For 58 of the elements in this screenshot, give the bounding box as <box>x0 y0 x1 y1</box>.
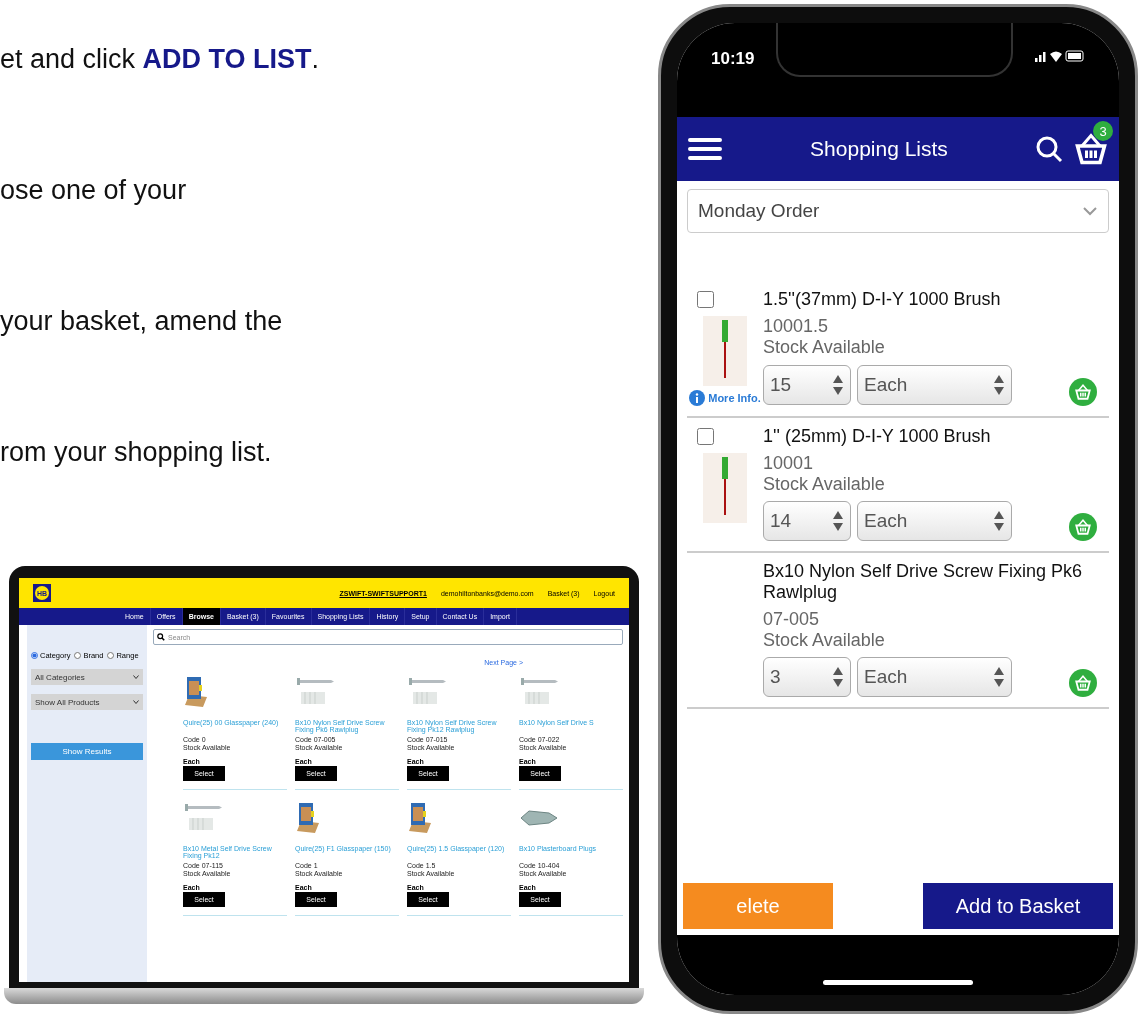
add-to-basket-button[interactable] <box>1069 513 1097 541</box>
item-checkbox[interactable] <box>697 291 714 308</box>
glasspaper-pack-icon <box>295 801 321 835</box>
brush-photo-placeholder <box>703 316 747 386</box>
add-to-basket-button[interactable]: Add to Basket <box>923 883 1113 929</box>
radio-button[interactable] <box>74 652 82 659</box>
item-name: 1.5''(37mm) D-I-Y 1000 Brush <box>763 289 1002 310</box>
stepper-arrows-icon <box>832 373 844 397</box>
stock-status: Stock Available <box>763 474 886 495</box>
item-code: 10001.5 <box>763 316 830 337</box>
add-to-basket-button[interactable] <box>1069 669 1097 697</box>
unit-select[interactable]: Each <box>857 501 1012 541</box>
radio-button[interactable] <box>31 652 38 659</box>
glasspaper-pack-icon <box>407 801 433 835</box>
dropdown[interactable]: All Categories <box>31 669 143 685</box>
quantity-stepper[interactable]: 14 <box>763 501 851 541</box>
dropdown[interactable]: Show All Products <box>31 694 143 710</box>
stepper-arrows-icon <box>832 509 844 533</box>
stepper-arrows-icon <box>993 509 1005 533</box>
more-info-link[interactable]: More Info. <box>689 390 761 406</box>
stepper-arrows-icon <box>993 373 1005 397</box>
signal-wifi-battery-icon <box>1035 49 1085 63</box>
chevron-down-icon <box>1082 206 1098 216</box>
item-name: Bx10 Nylon Self Drive Screw Fixing Pk6 Rawlplug <box>763 561 1084 603</box>
search-icon[interactable] <box>1035 135 1063 163</box>
basket-icon <box>1074 383 1092 401</box>
status-time: 10:19 <box>711 49 755 69</box>
add-to-basket-button[interactable] <box>1069 378 1097 406</box>
glasspaper-pack-icon <box>183 675 209 709</box>
chevron-down-icon <box>133 700 139 704</box>
item-code: 10001 <box>763 453 815 474</box>
stock-status: Stock Available <box>763 337 886 358</box>
quantity-stepper[interactable]: 15 <box>763 365 851 405</box>
stepper-arrows-icon <box>832 665 844 689</box>
info-icon <box>689 390 706 406</box>
radio-button[interactable] <box>107 652 115 659</box>
plasterboard-plug-icon <box>519 808 559 828</box>
item-code: 07-005 <box>763 609 821 630</box>
item-name: 1'' (25mm) D-I-Y 1000 Brush <box>763 426 992 447</box>
item-checkbox[interactable] <box>697 428 714 445</box>
basket-icon <box>1074 674 1092 692</box>
unit-select[interactable]: Each <box>857 657 1012 697</box>
brush-photo-placeholder <box>703 453 747 523</box>
instruction-text: et and click ADD TO LIST. <box>0 44 321 75</box>
basket-icon <box>1074 518 1092 536</box>
quantity-stepper[interactable]: 3 <box>763 657 851 697</box>
stepper-arrows-icon <box>993 665 1005 689</box>
instruction-text: your basket, amend the <box>0 306 284 337</box>
chevron-down-icon <box>133 675 139 679</box>
stock-status: Stock Available <box>763 630 886 651</box>
shopping-list-select[interactable]: Monday Order <box>687 189 1109 233</box>
basket-count-badge: 3 <box>1093 121 1113 141</box>
menu-icon[interactable] <box>687 136 723 162</box>
instruction-text: rom your shopping list. <box>0 437 273 468</box>
instruction-text: ose one of your <box>0 175 188 206</box>
screen-title: Shopping Lists <box>809 137 949 161</box>
search-icon <box>157 633 165 641</box>
unit-select[interactable]: Each <box>857 365 1012 405</box>
